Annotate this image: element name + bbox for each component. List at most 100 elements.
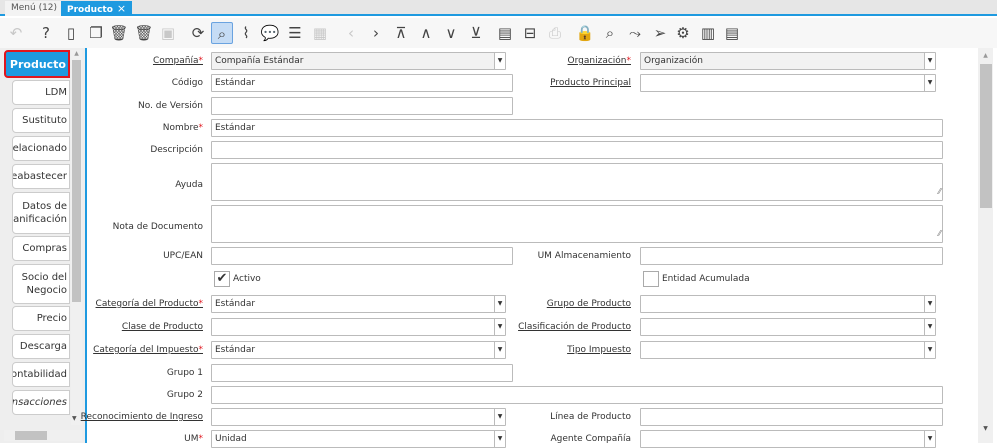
help-icon[interactable]: ?: [35, 22, 57, 44]
sidebar-tab-precio[interactable]: Precio: [12, 306, 70, 331]
no-de-version-field[interactable]: [211, 97, 513, 115]
sidebar-tab-relacionado[interactable]: Relacionado: [12, 136, 70, 161]
chevron-down-icon[interactable]: ▼: [924, 319, 935, 335]
chevron-down-icon[interactable]: ▼: [494, 342, 505, 358]
producto-principal-combobox[interactable]: ▼: [640, 74, 936, 92]
process-icon[interactable]: ⚙: [672, 22, 694, 44]
chevron-down-icon[interactable]: ▼: [924, 75, 935, 91]
um-almacenamiento-field[interactable]: [640, 247, 943, 265]
workflow-icon[interactable]: ⤳: [624, 22, 646, 44]
sidebar-tab-sustituto[interactable]: Sustituto: [12, 108, 70, 133]
sidebar-tab-contabilidad[interactable]: Contabilidad: [12, 362, 70, 387]
parent-record-icon[interactable]: ∧: [415, 22, 437, 44]
sidebar-tab-datos-de-planificación[interactable]: Datos de Planificación: [12, 192, 70, 234]
sidebar-tab-transacciones[interactable]: Transacciones: [12, 390, 70, 415]
grupo-1-field[interactable]: [211, 364, 513, 382]
sidebar-scroll-thumb[interactable]: [72, 60, 81, 302]
compania-combobox[interactable]: Compañía Estándar ▼: [211, 52, 506, 70]
nota-de-documento-field[interactable]: ⁄⁄: [211, 205, 943, 243]
tab-producto[interactable]: Producto ×: [61, 1, 133, 16]
grupo-2-field[interactable]: [211, 386, 943, 404]
activo-checkbox[interactable]: ✔: [214, 271, 230, 287]
tipo-impuesto-label[interactable]: Tipo Impuesto: [567, 345, 631, 355]
descripcion-field[interactable]: [211, 141, 943, 159]
um-combobox[interactable]: Unidad ▼: [211, 430, 506, 448]
tab-menu[interactable]: Menú (12): [5, 1, 64, 16]
attachment-icon[interactable]: ⌇: [235, 22, 257, 44]
close-icon[interactable]: ×: [117, 2, 126, 15]
grupo-de-producto-combobox[interactable]: ▼: [640, 295, 936, 313]
upc-ean-field[interactable]: [211, 247, 513, 265]
undo-icon[interactable]: ↶: [5, 22, 27, 44]
find-icon[interactable]: ⌕: [211, 22, 233, 44]
scroll-down-icon[interactable]: ▼: [72, 415, 77, 422]
entidad-acumulada-checkbox[interactable]: [643, 271, 659, 287]
clasificacion-de-producto-combobox[interactable]: ▼: [640, 318, 936, 336]
organizacion-combobox[interactable]: Organización ▼: [640, 52, 936, 70]
tipo-impuesto-combobox[interactable]: ▼: [640, 341, 936, 359]
save-icon[interactable]: ▣: [157, 22, 179, 44]
resize-handle-icon[interactable]: ⁄⁄: [938, 226, 941, 242]
grupo-de-producto-label[interactable]: Grupo de Producto: [547, 299, 631, 309]
clasificacion-de-producto-label[interactable]: Clasificación de Producto: [518, 322, 631, 332]
last-record-icon[interactable]: ⊻: [465, 22, 487, 44]
organizacion-label[interactable]: Organización*: [568, 56, 631, 66]
categoria-del-producto-combobox[interactable]: Estándar ▼: [211, 295, 506, 313]
zoom-across-icon[interactable]: ⌕: [599, 22, 621, 44]
new-record-icon[interactable]: ▯: [60, 22, 82, 44]
sidebar-tab-ldm[interactable]: LDM: [12, 80, 70, 105]
sidebar-tab-socio-del-negocio[interactable]: Socio del Negocio: [12, 264, 70, 304]
categoria-del-impuesto-combobox[interactable]: Estándar ▼: [211, 341, 506, 359]
sidebar-tab-descarga[interactable]: Descarga: [12, 334, 70, 359]
chevron-down-icon[interactable]: ▼: [924, 53, 935, 69]
clase-de-producto-combobox[interactable]: ▼: [211, 318, 506, 336]
first-record-icon[interactable]: ⊼: [390, 22, 412, 44]
lock-icon[interactable]: 🔒: [574, 22, 596, 44]
chat-icon[interactable]: 💬: [259, 22, 281, 44]
nombre-field[interactable]: Estándar: [211, 119, 943, 137]
copy-record-icon[interactable]: ❐: [85, 22, 107, 44]
sidebar-tab-reabastecer[interactable]: Reabastecer: [12, 164, 70, 189]
clase-de-producto-label[interactable]: Clase de Producto: [122, 322, 203, 332]
agente-compania-combobox[interactable]: ▼: [640, 430, 936, 448]
resize-handle-icon[interactable]: ⁄⁄: [938, 184, 941, 200]
quick-form-icon[interactable]: ▤: [721, 22, 743, 44]
product-info-icon[interactable]: ▥: [697, 22, 719, 44]
reconocimiento-de-ingreso-label[interactable]: Reconocimiento de Ingreso: [81, 412, 203, 422]
producto-principal-label[interactable]: Producto Principal: [550, 78, 631, 88]
chevron-down-icon[interactable]: ▼: [924, 342, 935, 358]
tab-label: Producto: [67, 5, 113, 15]
ayuda-field[interactable]: ⁄⁄: [211, 163, 943, 201]
previous-icon[interactable]: ‹: [340, 22, 362, 44]
categoria-del-impuesto-label[interactable]: Categoría del Impuesto*: [93, 345, 203, 355]
categoria-del-producto-label[interactable]: Categoría del Producto*: [96, 299, 203, 309]
chevron-down-icon[interactable]: ▼: [494, 296, 505, 312]
chevron-down-icon[interactable]: ▼: [924, 296, 935, 312]
grid-toggle-icon[interactable]: ☰: [284, 22, 306, 44]
calendar-icon[interactable]: ▦: [309, 22, 331, 44]
linea-de-producto-field[interactable]: [640, 408, 943, 426]
field-value: Compañía Estándar: [215, 56, 304, 66]
chevron-down-icon[interactable]: ▼: [494, 53, 505, 69]
sidebar-tab-compras[interactable]: Compras: [12, 236, 70, 261]
refresh-icon[interactable]: ⟳: [187, 22, 209, 44]
next-icon[interactable]: ›: [365, 22, 387, 44]
print-icon[interactable]: ⎙: [544, 22, 566, 44]
delete-icon[interactable]: 🗑: [108, 22, 130, 44]
reconocimiento-de-ingreso-combobox[interactable]: ▼: [211, 408, 506, 426]
chevron-down-icon[interactable]: ▼: [494, 409, 505, 425]
archive-icon[interactable]: ⊟: [519, 22, 541, 44]
report-icon[interactable]: ▤: [494, 22, 516, 44]
chevron-down-icon[interactable]: ▼: [924, 431, 935, 447]
codigo-field[interactable]: Estándar: [211, 74, 513, 92]
chevron-down-icon[interactable]: ▼: [494, 319, 505, 335]
label-text: Línea de Producto: [550, 412, 631, 422]
chevron-down-icon[interactable]: ▼: [494, 431, 505, 447]
sidebar-tab-producto[interactable]: Producto: [4, 50, 70, 78]
sidebar-hscroll-thumb[interactable]: [15, 431, 47, 440]
compania-label[interactable]: Compañía*: [153, 56, 203, 66]
delete-selection-icon[interactable]: 🗑: [133, 22, 155, 44]
send-icon[interactable]: ➢: [649, 22, 671, 44]
detail-record-icon[interactable]: ∨: [440, 22, 462, 44]
form-scroll-thumb[interactable]: [980, 64, 992, 208]
